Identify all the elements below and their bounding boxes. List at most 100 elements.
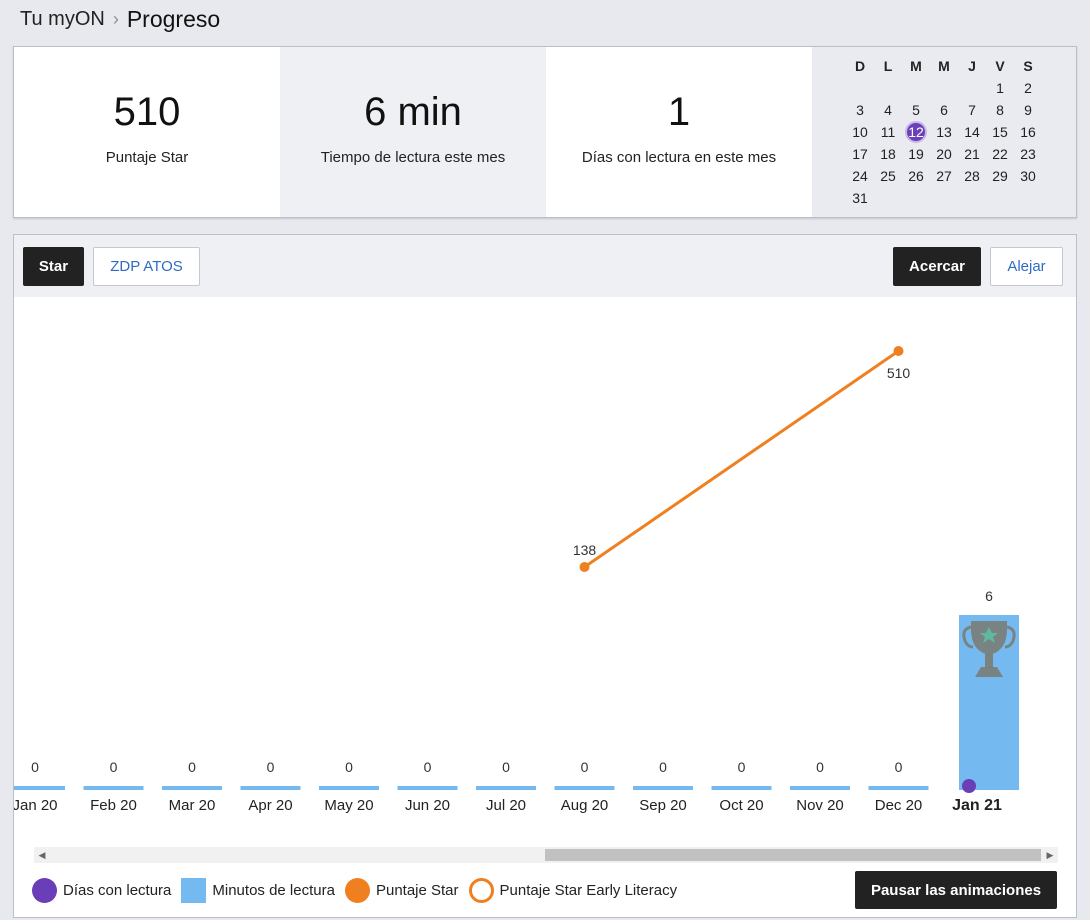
- star-score-point: [579, 562, 590, 572]
- scroll-left-icon[interactable]: ◀: [34, 847, 50, 863]
- chart-toolbar: Star ZDP ATOS Acercar Alejar: [14, 235, 1076, 297]
- calendar-day: 26: [908, 168, 924, 184]
- zdp-atos-tab-button[interactable]: ZDP ATOS: [93, 247, 200, 286]
- stat-star-score: 510 Puntaje Star: [14, 47, 280, 217]
- bar-value-label: 0: [816, 759, 824, 775]
- calendar-empty-cell: [930, 77, 958, 99]
- calendar-day: 25: [880, 168, 896, 184]
- orange-dot-icon: [344, 877, 370, 903]
- minutes-bar: [554, 786, 615, 790]
- calendar-day: 18: [880, 146, 896, 162]
- star-tab-button[interactable]: Star: [23, 247, 84, 286]
- stat-value: 1: [667, 90, 691, 134]
- minutes-bar: [790, 786, 850, 790]
- calendar-day: 22: [992, 146, 1008, 162]
- calendar-day-today: 12: [902, 121, 930, 143]
- calendar-grid: D L M M J V S 1 2 3 4 5 6 7 8 9 10 11 12 13 14 15 16 17 18 19 20 21…: [846, 55, 1076, 209]
- calendar-weekday: L: [883, 58, 893, 74]
- minutes-bar: [162, 786, 222, 790]
- progress-chart-panel: Star ZDP ATOS Acercar Alejar 0 Jan 20 0 Feb…: [13, 234, 1077, 918]
- x-axis-label: Nov 20: [796, 797, 844, 814]
- calendar-day: 2: [1024, 80, 1032, 96]
- calendar-day: 15: [992, 124, 1008, 140]
- x-axis-label: Feb 20: [90, 797, 137, 814]
- calendar-weekday: M: [910, 58, 922, 74]
- star-score-point: [893, 346, 904, 356]
- breadcrumb: Tu myON › Progreso: [20, 4, 220, 34]
- calendar-weekday: V: [995, 58, 1005, 74]
- legend-star-score: Puntaje Star: [344, 877, 459, 903]
- minutes-bar: [868, 786, 929, 790]
- calendar-empty-cell: [874, 77, 902, 99]
- stat-reading-days: 1 Días con lectura en este mes: [546, 47, 812, 217]
- x-axis-label: Jan 20: [14, 797, 58, 814]
- stat-label: Días con lectura en este mes: [581, 149, 777, 166]
- calendar-empty-cell: [958, 77, 986, 99]
- calendar-day: 17: [852, 146, 868, 162]
- legend-reading-minutes: Minutos de lectura: [181, 877, 335, 903]
- calendar-day: 20: [936, 146, 952, 162]
- calendar-day: 9: [1024, 102, 1032, 118]
- bar-value-label: 0: [738, 759, 746, 775]
- calendar-day: 6: [940, 102, 948, 118]
- bar-value-label: 0: [424, 759, 432, 775]
- calendar-day: 1: [996, 80, 1004, 96]
- chevron-right-icon: ›: [112, 8, 119, 29]
- calendar-day: 3: [856, 102, 864, 118]
- calendar-empty-cell: [846, 77, 874, 99]
- x-axis-label: Sep 20: [639, 797, 687, 814]
- legend-label: Puntaje Star: [375, 881, 459, 899]
- x-axis-label: May 20: [324, 797, 373, 814]
- minutes-bar: [711, 786, 772, 790]
- bar-value-label: 0: [659, 759, 667, 775]
- minutes-bar: [240, 786, 301, 790]
- bar-value-label: 0: [581, 759, 589, 775]
- calendar-day: 29: [992, 168, 1008, 184]
- calendar-day: 24: [852, 168, 868, 184]
- x-axis-label: Apr 20: [248, 797, 292, 814]
- calendar-day: 5: [912, 102, 920, 118]
- calendar-day: 28: [964, 168, 980, 184]
- stats-summary: 510 Puntaje Star 6 min Tiempo de lectura…: [13, 46, 1077, 218]
- chart-legend: Días con lectura Minutos de lectura Punt…: [32, 875, 687, 905]
- calendar-weekday: J: [968, 58, 976, 74]
- x-axis-label: Jun 20: [405, 797, 450, 814]
- calendar-day: 14: [964, 124, 980, 140]
- calendar-day: 19: [908, 146, 924, 162]
- bar-value-label: 0: [188, 759, 196, 775]
- scroll-thumb[interactable]: [545, 849, 1041, 861]
- scroll-right-icon[interactable]: ▶: [1042, 847, 1058, 863]
- x-axis-label: Jan 21: [952, 797, 1002, 814]
- breadcrumb-tu-myon-link[interactable]: Tu myON: [20, 8, 105, 31]
- legend-label: Puntaje Star Early Literacy: [499, 881, 678, 899]
- calendar-day: 10: [852, 124, 868, 140]
- stat-label: Tiempo de lectura este mes: [320, 149, 506, 166]
- calendar-day: 27: [936, 168, 952, 184]
- pause-animations-button[interactable]: Pausar las animaciones: [855, 871, 1057, 909]
- bar-value-label: 0: [110, 759, 118, 775]
- month-calendar: D L M M J V S 1 2 3 4 5 6 7 8 9 10 11 12 13 14 15 16 17 18 19 20 21…: [812, 47, 1076, 217]
- calendar-day: 16: [1020, 124, 1036, 140]
- orange-ring-icon: [468, 877, 494, 903]
- zoom-out-button[interactable]: Alejar: [990, 247, 1063, 286]
- zoom-in-button[interactable]: Acercar: [893, 247, 981, 286]
- minutes-bar: [476, 786, 536, 790]
- star-score-label: 510: [887, 365, 911, 381]
- calendar-day: 8: [996, 102, 1004, 118]
- legend-label: Minutos de lectura: [212, 881, 335, 899]
- calendar-day: 4: [884, 102, 892, 118]
- chart-horizontal-scrollbar[interactable]: ◀ ▶: [34, 847, 1058, 863]
- calendar-day: 30: [1020, 168, 1036, 184]
- minutes-bar: [397, 786, 458, 790]
- bar-value-label: 6: [985, 588, 993, 604]
- calendar-day: 31: [852, 190, 868, 206]
- star-score-line: [583, 349, 900, 569]
- stat-reading-time: 6 min Tiempo de lectura este mes: [280, 47, 546, 217]
- calendar-day: 13: [936, 124, 952, 140]
- calendar-weekday: D: [854, 58, 866, 74]
- purple-dot-icon: [32, 877, 57, 903]
- minutes-bar: [83, 786, 144, 790]
- minutes-bar: [319, 786, 379, 790]
- reading-day-marker: [962, 779, 976, 793]
- x-axis-label: Dec 20: [875, 797, 923, 814]
